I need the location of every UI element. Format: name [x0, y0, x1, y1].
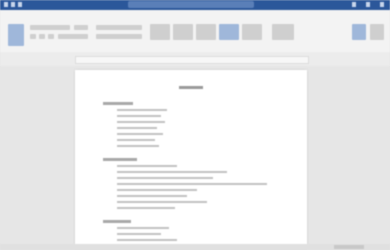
section-heading [103, 220, 131, 223]
document-title [179, 86, 203, 89]
ribbon-tabs [6, 12, 76, 20]
dictate-button[interactable] [352, 24, 366, 40]
list-item [117, 171, 227, 173]
status-bar [0, 244, 390, 250]
title-bar [0, 0, 390, 10]
document-page[interactable] [75, 70, 307, 250]
find-button[interactable] [272, 24, 294, 40]
close-icon[interactable] [380, 2, 384, 7]
list-item [117, 177, 213, 179]
style-heading-2[interactable] [219, 24, 239, 40]
ruler-scale[interactable] [75, 56, 309, 64]
style-heading-1[interactable] [196, 24, 216, 40]
font-color-group[interactable] [58, 34, 88, 39]
list-item [117, 195, 187, 197]
editor-button[interactable] [370, 24, 384, 40]
minimize-icon[interactable] [352, 2, 356, 7]
font-size-dropdown[interactable] [74, 25, 88, 30]
section-heading [103, 102, 133, 105]
zoom-slider[interactable] [334, 245, 364, 249]
list-item [117, 139, 155, 141]
ruler [0, 52, 390, 66]
list-item [117, 115, 161, 117]
list-item [117, 133, 163, 135]
list-item [117, 207, 175, 209]
ribbon [0, 10, 390, 53]
paste-button[interactable] [8, 24, 24, 46]
style-normal[interactable] [150, 24, 170, 40]
section-heading [103, 158, 137, 161]
list-item [117, 227, 169, 229]
style-no-spacing[interactable] [173, 24, 193, 40]
underline-button[interactable] [48, 34, 54, 39]
alignment-buttons[interactable] [96, 34, 142, 39]
list-item [117, 183, 267, 185]
undo-icon[interactable] [11, 2, 15, 7]
list-item [117, 165, 177, 167]
bold-button[interactable] [30, 34, 36, 39]
save-icon[interactable] [4, 2, 8, 7]
list-item [117, 109, 167, 111]
list-item [117, 189, 197, 191]
list-item [117, 201, 207, 203]
search-box[interactable] [128, 1, 254, 8]
list-buttons[interactable] [96, 25, 142, 30]
list-item [117, 127, 157, 129]
maximize-icon[interactable] [366, 2, 370, 7]
style-title[interactable] [242, 24, 262, 40]
list-item [117, 233, 161, 235]
italic-button[interactable] [39, 34, 45, 39]
redo-icon[interactable] [18, 2, 22, 7]
font-name-dropdown[interactable] [30, 25, 70, 30]
list-item [117, 121, 165, 123]
list-item [117, 145, 159, 147]
list-item [117, 239, 177, 241]
